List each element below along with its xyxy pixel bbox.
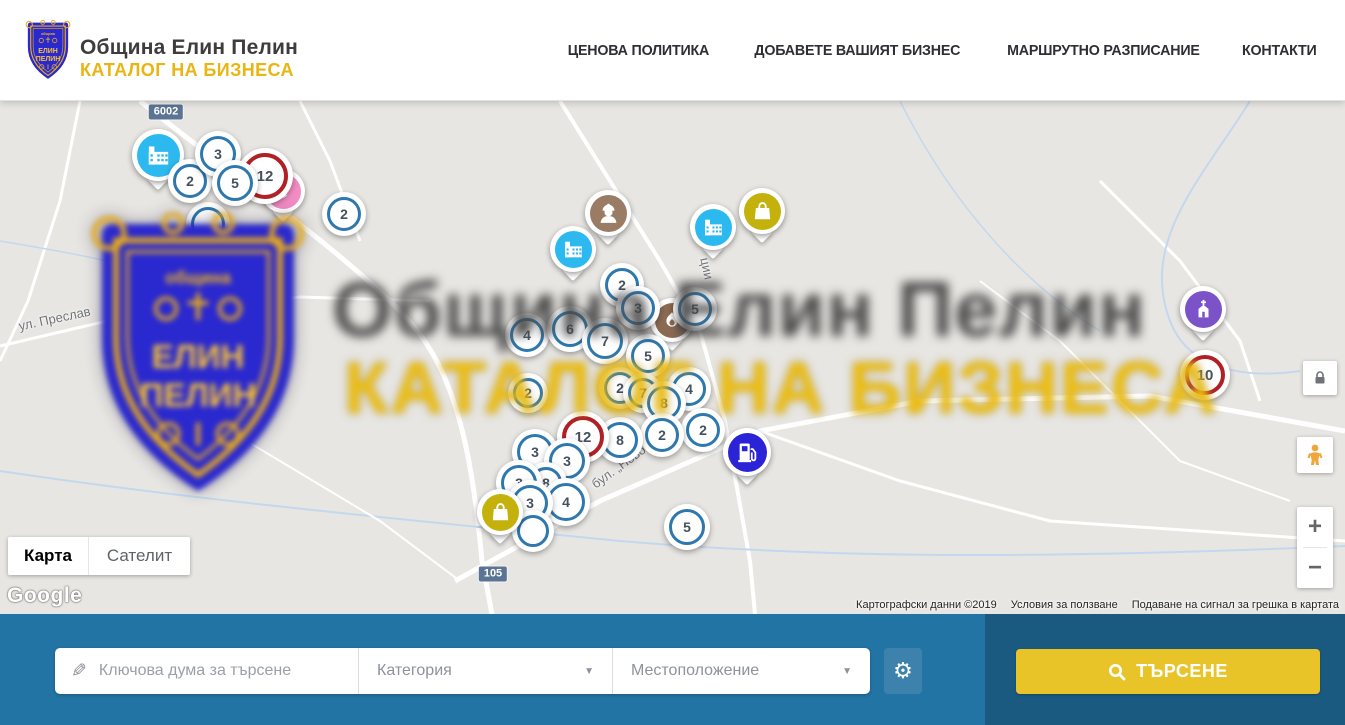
cluster-count: 2 bbox=[645, 418, 679, 452]
map-type-control: Карта Сателит bbox=[8, 537, 190, 575]
fuel-station-marker-pin[interactable] bbox=[723, 428, 771, 476]
pin-disc bbox=[723, 428, 771, 476]
cluster-marker[interactable] bbox=[186, 202, 230, 246]
bag-icon bbox=[744, 193, 781, 230]
cluster-marker[interactable]: 3 bbox=[616, 286, 660, 330]
search-bar: ✎ Категория ▼ Местоположение ▼ ⚙ ТЪРСЕНЕ bbox=[0, 614, 1345, 725]
search-icon bbox=[1108, 663, 1126, 681]
map-data-copyright: Картографски данни ©2019 bbox=[856, 599, 997, 611]
bag-icon bbox=[482, 494, 519, 531]
search-fields-group: ✎ Категория ▼ Местоположение ▼ bbox=[55, 648, 870, 694]
lock-icon bbox=[1312, 370, 1328, 386]
search-button-label: ТЪРСЕНЕ bbox=[1136, 661, 1228, 682]
category-select[interactable]: Категория ▼ bbox=[358, 648, 612, 694]
cluster-count: 5 bbox=[669, 509, 705, 545]
site-title: Община Елин Пелин bbox=[80, 36, 298, 59]
street-view-pegman-button[interactable] bbox=[1297, 437, 1333, 473]
lock-control-button[interactable] bbox=[1303, 361, 1337, 395]
pin-disc bbox=[585, 190, 631, 236]
chevron-down-icon: ▼ bbox=[842, 666, 852, 677]
cluster-count: 7 bbox=[587, 323, 623, 359]
map-type-map-button[interactable]: Карта bbox=[8, 537, 88, 575]
cluster-marker[interactable]: 2 bbox=[681, 408, 725, 452]
pin-disc bbox=[477, 489, 523, 535]
search-button[interactable]: ТЪРСЕНЕ bbox=[1016, 649, 1320, 694]
nav-item-route-schedule[interactable]: МАРШРУТНО РАЗПИСАНИЕ bbox=[1007, 42, 1200, 59]
site-logo-text[interactable]: Община Елин Пелин КАТАЛОГ НА БИЗНЕСА bbox=[80, 36, 298, 81]
cluster-marker[interactable]: 4 bbox=[505, 313, 549, 357]
cluster-marker[interactable]: 5 bbox=[212, 160, 258, 206]
cluster-count: 2 bbox=[513, 378, 543, 408]
road-shield-label: 105 bbox=[479, 567, 507, 582]
nav-item-contacts[interactable]: КОНТАКТИ bbox=[1242, 42, 1317, 59]
cluster-marker[interactable]: 2 bbox=[640, 413, 684, 457]
site-subtitle: КАТАЛОГ НА БИЗНЕСА bbox=[80, 61, 298, 81]
cluster-marker[interactable]: 7 bbox=[582, 318, 628, 364]
worker-marker-pin[interactable] bbox=[585, 190, 631, 236]
cluster-count: 5 bbox=[678, 292, 712, 326]
church-icon bbox=[1185, 291, 1222, 328]
cluster-count bbox=[191, 207, 225, 241]
map-attribution: Картографски данни ©2019 Условия за ползв… bbox=[856, 599, 1339, 611]
pin-disc bbox=[739, 188, 785, 234]
pin-disc bbox=[1180, 286, 1226, 332]
map-canvas[interactable]: 23125223546752274822812338343510 Община … bbox=[0, 101, 1345, 614]
shopping-bag-marker-pin[interactable] bbox=[739, 188, 785, 234]
google-logo[interactable]: Google bbox=[7, 584, 82, 608]
gear-icon: ⚙ bbox=[893, 659, 913, 684]
factory-icon bbox=[555, 231, 592, 268]
page: община ЕЛИН ПЕЛИН bbox=[0, 0, 1345, 725]
cluster-count: 5 bbox=[631, 339, 665, 373]
cluster-marker[interactable]: 2 bbox=[508, 373, 548, 413]
factory-marker-pin[interactable] bbox=[690, 204, 736, 250]
main-navigation: ЦЕНОВА ПОЛИТИКА ДОБАВЕТЕ ВАШИЯТ БИЗНЕС МАР… bbox=[564, 0, 1319, 101]
cluster-count: 5 bbox=[217, 165, 253, 201]
cluster-count: 3 bbox=[621, 291, 655, 325]
cluster-count: 10 bbox=[1185, 355, 1225, 395]
worker-icon bbox=[590, 195, 627, 232]
road-shield-label: 6002 bbox=[149, 105, 183, 120]
site-header: Община Елин Пелин КАТАЛОГ НА БИЗНЕСА ЦЕН… bbox=[0, 0, 1345, 101]
zoom-out-button[interactable]: − bbox=[1297, 548, 1333, 588]
nav-item-pricing[interactable]: ЦЕНОВА ПОЛИТИКА bbox=[568, 42, 709, 59]
keyword-input[interactable] bbox=[99, 662, 358, 680]
cluster-marker[interactable]: 5 bbox=[664, 504, 710, 550]
keyword-field: ✎ bbox=[55, 648, 358, 694]
fuel-icon bbox=[728, 433, 767, 472]
advanced-search-button[interactable]: ⚙ bbox=[884, 648, 922, 694]
map-type-satellite-button[interactable]: Сателит bbox=[88, 537, 190, 575]
cluster-count: 2 bbox=[327, 197, 361, 231]
report-map-error-link[interactable]: Подаване на сигнал за грешка в картата bbox=[1132, 599, 1339, 611]
cluster-marker[interactable]: 10 bbox=[1180, 350, 1230, 400]
nav-item-add-business[interactable]: ДОБАВЕТЕ ВАШИЯТ БИЗНЕС bbox=[754, 42, 960, 59]
pin-disc bbox=[690, 204, 736, 250]
chevron-down-icon: ▼ bbox=[584, 666, 594, 677]
category-select-label: Категория bbox=[377, 662, 452, 680]
church-marker-pin[interactable] bbox=[1180, 286, 1226, 332]
pencil-icon: ✎ bbox=[71, 660, 87, 683]
zoom-in-button[interactable]: + bbox=[1297, 507, 1333, 547]
cluster-count: 2 bbox=[686, 413, 720, 447]
municipality-crest-logo bbox=[24, 20, 72, 81]
pegman-icon bbox=[1304, 443, 1326, 467]
cluster-count: 4 bbox=[510, 318, 544, 352]
factory-icon bbox=[695, 209, 732, 246]
terms-of-use-link[interactable]: Условия за ползване bbox=[1011, 599, 1118, 611]
shopping-bag-marker-pin[interactable] bbox=[477, 489, 523, 535]
zoom-control: + − bbox=[1297, 507, 1333, 588]
location-select[interactable]: Местоположение ▼ bbox=[612, 648, 870, 694]
cluster-marker[interactable]: 5 bbox=[673, 287, 717, 331]
location-select-label: Местоположение bbox=[631, 662, 759, 680]
cluster-marker[interactable]: 2 bbox=[322, 192, 366, 236]
